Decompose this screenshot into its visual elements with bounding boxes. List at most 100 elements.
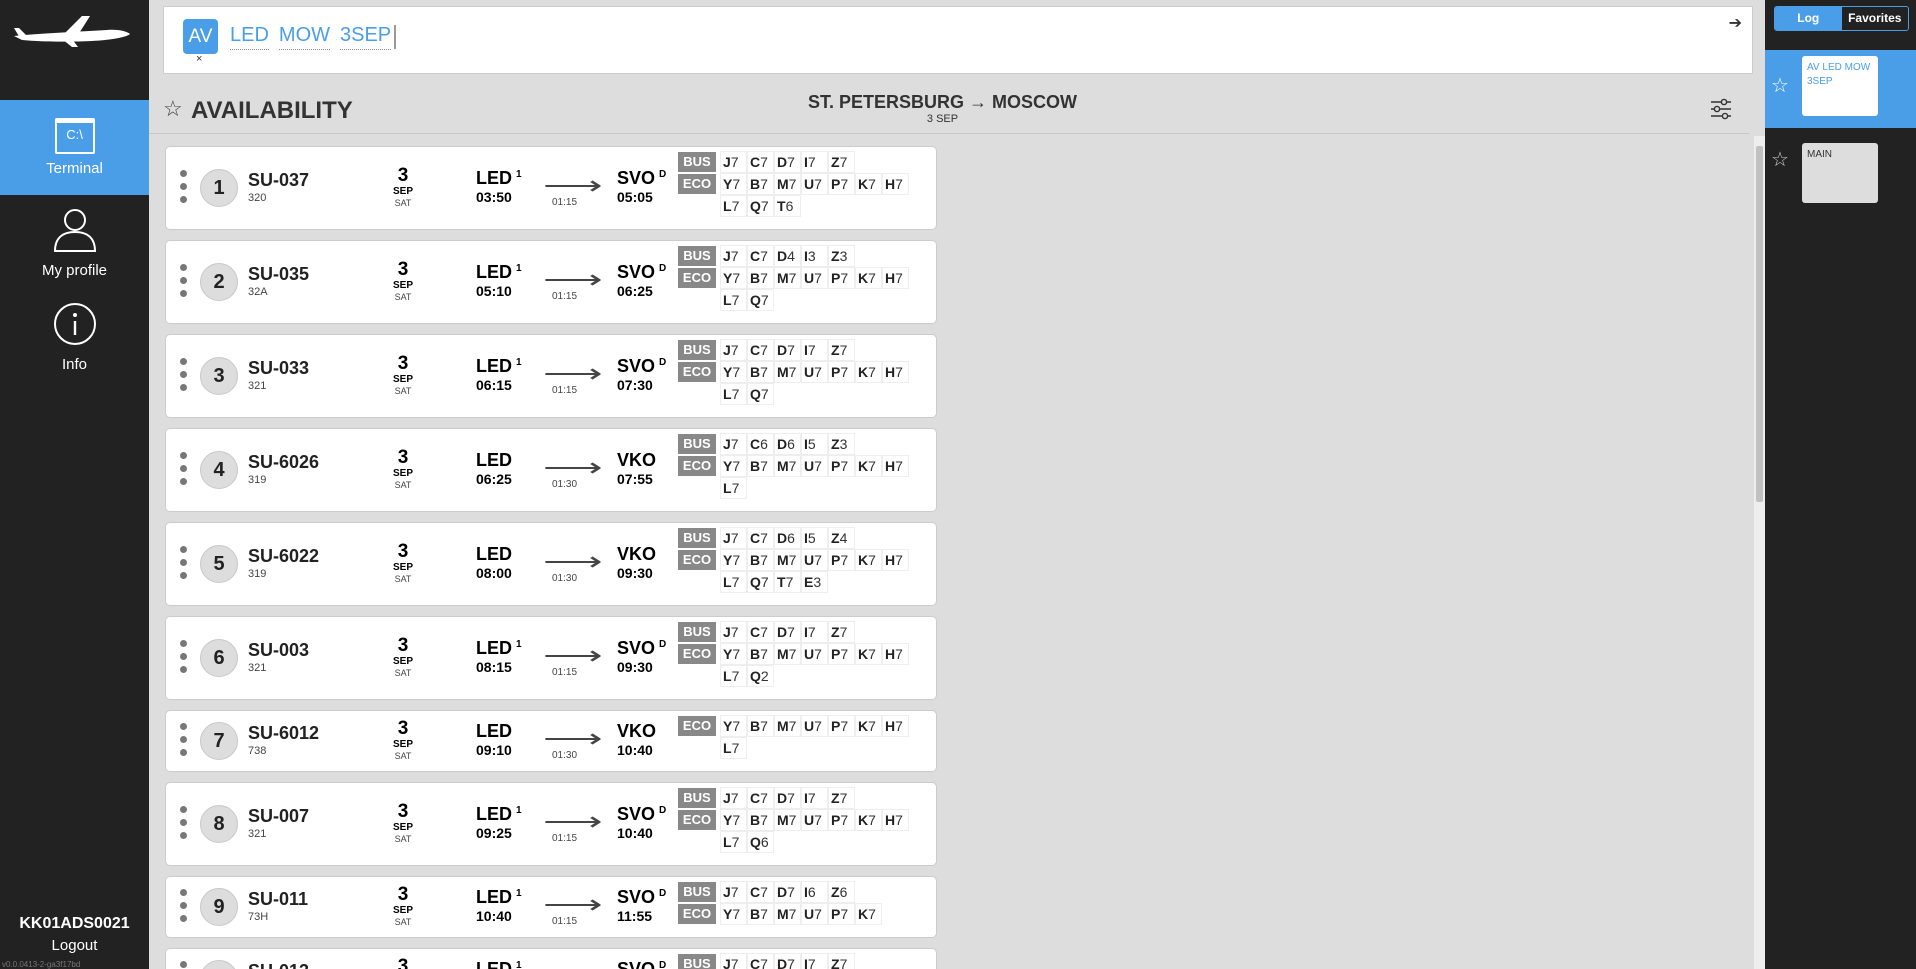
sidebar-item-info[interactable]: Info xyxy=(0,290,149,385)
booking-class[interactable]: H7 xyxy=(882,715,909,737)
booking-class[interactable]: Z6 xyxy=(828,881,855,903)
booking-class[interactable]: U7 xyxy=(801,549,828,571)
booking-class[interactable]: Y7 xyxy=(720,361,747,383)
booking-class[interactable]: E3 xyxy=(801,571,828,593)
booking-class[interactable]: I7 xyxy=(801,787,828,809)
booking-class[interactable]: D7 xyxy=(774,339,801,361)
booking-class[interactable]: K7 xyxy=(855,267,882,289)
booking-class[interactable]: Q2 xyxy=(747,665,774,687)
tab-log[interactable]: Log xyxy=(1775,7,1842,30)
arrow-right-icon[interactable]: ➔ xyxy=(1729,13,1742,33)
booking-class[interactable]: D7 xyxy=(774,787,801,809)
command-token[interactable]: LED xyxy=(230,24,269,50)
booking-class[interactable]: M7 xyxy=(774,549,801,571)
booking-class[interactable]: B7 xyxy=(747,549,774,571)
booking-class[interactable]: C7 xyxy=(747,245,774,267)
booking-class[interactable]: C6 xyxy=(747,433,774,455)
booking-class[interactable]: K7 xyxy=(855,455,882,477)
booking-class[interactable]: L7 xyxy=(720,571,747,593)
booking-class[interactable]: J7 xyxy=(720,245,747,267)
flight-row[interactable]: 7 SU-6012 738 3 SEP SAT LED 09:10 ⟶ 01:30 VKO 10:40… xyxy=(165,710,937,772)
booking-class[interactable]: L7 xyxy=(720,195,747,217)
booking-class[interactable]: U7 xyxy=(801,267,828,289)
flight-row[interactable]: 10 SU-013 3 LED1 ⟶ SVOD BUS J7C7D7I7Z7 xyxy=(165,948,937,969)
drag-handle-icon[interactable] xyxy=(180,961,188,969)
drag-handle-icon[interactable] xyxy=(180,889,188,928)
booking-class[interactable]: T7 xyxy=(774,571,801,593)
command-token[interactable]: MOW xyxy=(278,24,330,50)
star-icon[interactable]: ☆ xyxy=(1771,73,1789,98)
booking-class[interactable]: C7 xyxy=(747,953,774,969)
booking-class[interactable]: Q7 xyxy=(747,195,774,217)
log-entry-card[interactable]: ☆ MAIN xyxy=(1765,129,1916,207)
flight-row[interactable]: 2 SU-035 32A 3 SEP SAT LED 1 05:10 ⟶ 01:15 SVO D 06:2… xyxy=(165,240,937,324)
booking-class[interactable]: U7 xyxy=(801,809,828,831)
drag-handle-icon[interactable] xyxy=(180,170,188,209)
booking-class[interactable]: Y7 xyxy=(720,903,747,925)
booking-class[interactable]: J7 xyxy=(720,881,747,903)
booking-class[interactable]: C7 xyxy=(747,151,774,173)
booking-class[interactable]: J7 xyxy=(720,527,747,549)
booking-class[interactable]: D7 xyxy=(774,953,801,969)
booking-class[interactable]: J7 xyxy=(720,151,747,173)
booking-class[interactable]: B7 xyxy=(747,715,774,737)
booking-class[interactable]: Y7 xyxy=(720,267,747,289)
drag-handle-icon[interactable] xyxy=(180,806,188,845)
booking-class[interactable]: Z7 xyxy=(828,339,855,361)
booking-class[interactable]: Z7 xyxy=(828,621,855,643)
booking-class[interactable]: Z7 xyxy=(828,953,855,969)
booking-class[interactable]: M7 xyxy=(774,715,801,737)
booking-class[interactable]: U7 xyxy=(801,643,828,665)
booking-class[interactable]: U7 xyxy=(801,715,828,737)
flight-row[interactable]: 4 SU-6026 319 3 SEP SAT LED 06:25 ⟶ 01:30 VKO 07:55… xyxy=(165,428,937,512)
booking-class[interactable]: D7 xyxy=(774,151,801,173)
booking-class[interactable]: M7 xyxy=(774,361,801,383)
filter-sliders-icon[interactable] xyxy=(1710,98,1732,120)
booking-class[interactable]: J7 xyxy=(720,339,747,361)
drag-handle-icon[interactable] xyxy=(180,640,188,679)
booking-class[interactable]: Y7 xyxy=(720,173,747,195)
booking-class[interactable]: M7 xyxy=(774,809,801,831)
booking-class[interactable]: Y7 xyxy=(720,643,747,665)
booking-class[interactable]: B7 xyxy=(747,361,774,383)
booking-class[interactable]: U7 xyxy=(801,903,828,925)
booking-class[interactable]: C7 xyxy=(747,527,774,549)
booking-class[interactable]: K7 xyxy=(855,715,882,737)
booking-class[interactable]: D6 xyxy=(774,527,801,549)
log-entry-card[interactable]: ☆ AV LED MOW 3SEP xyxy=(1765,50,1916,128)
booking-class[interactable]: K7 xyxy=(855,643,882,665)
flight-row[interactable]: 8 SU-007 321 3 SEP SAT LED 1 09:25 ⟶ 01:15 SVO D 10:4… xyxy=(165,782,937,866)
booking-class[interactable]: H7 xyxy=(882,173,909,195)
booking-class[interactable]: H7 xyxy=(882,643,909,665)
close-icon[interactable]: × xyxy=(196,53,202,65)
sidebar-item-my-profile[interactable]: My profile xyxy=(0,195,149,290)
booking-class[interactable]: Q7 xyxy=(747,383,774,405)
booking-class[interactable]: P7 xyxy=(828,267,855,289)
booking-class[interactable]: Q7 xyxy=(747,571,774,593)
booking-class[interactable]: H7 xyxy=(882,809,909,831)
booking-class[interactable]: P7 xyxy=(828,361,855,383)
booking-class[interactable]: B7 xyxy=(747,173,774,195)
booking-class[interactable]: Z3 xyxy=(828,245,855,267)
drag-handle-icon[interactable] xyxy=(180,264,188,303)
booking-class[interactable]: H7 xyxy=(882,267,909,289)
booking-class[interactable]: L7 xyxy=(720,477,747,499)
booking-class[interactable]: L7 xyxy=(720,831,747,853)
log-entry-thumbnail[interactable]: MAIN xyxy=(1802,143,1878,203)
scrollbar-thumb[interactable] xyxy=(1756,146,1763,502)
booking-class[interactable]: Z7 xyxy=(828,787,855,809)
booking-class[interactable]: K7 xyxy=(855,173,882,195)
booking-class[interactable]: K7 xyxy=(855,361,882,383)
booking-class[interactable]: I7 xyxy=(801,151,828,173)
logout-link[interactable]: Logout xyxy=(0,937,149,954)
flight-row[interactable]: 1 SU-037 320 3 SEP SAT LED 1 03:50 ⟶ 01:15 SVO D 05:0… xyxy=(165,146,937,230)
flight-row[interactable]: 6 SU-003 321 3 SEP SAT LED 1 08:15 ⟶ 01:15 SVO D 09:3… xyxy=(165,616,937,700)
booking-class[interactable]: Y7 xyxy=(720,715,747,737)
booking-class[interactable]: I5 xyxy=(801,527,828,549)
booking-class[interactable]: Q6 xyxy=(747,831,774,853)
booking-class[interactable]: I7 xyxy=(801,339,828,361)
booking-class[interactable]: Z3 xyxy=(828,433,855,455)
booking-class[interactable]: U7 xyxy=(801,173,828,195)
booking-class[interactable]: I3 xyxy=(801,245,828,267)
booking-class[interactable]: P7 xyxy=(828,455,855,477)
